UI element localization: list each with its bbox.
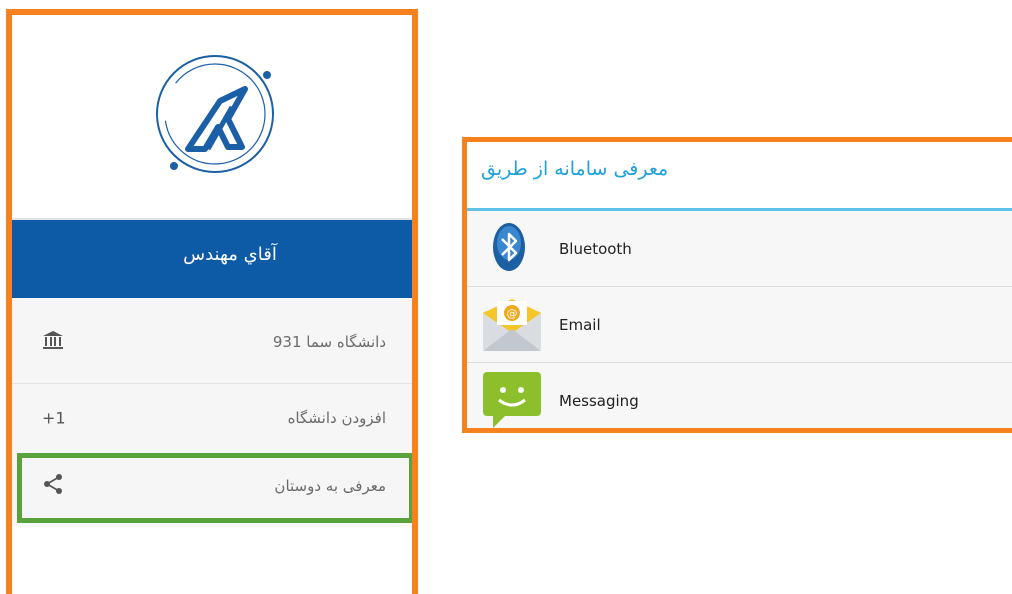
share-option-label: Messaging — [559, 391, 639, 410]
navigation-drawer: آقاي مهندس دانشگاه سما 931 +1 افزودن دان… — [6, 9, 418, 594]
menu-item-label: افزودن دانشگاه — [287, 409, 386, 427]
share-option-email[interactable]: @ Email — [467, 287, 1012, 362]
menu-item-add-university[interactable]: +1 افزودن دانشگاه — [12, 384, 412, 452]
email-icon: @ — [479, 293, 545, 357]
messaging-icon — [479, 368, 545, 429]
share-option-messaging[interactable]: Messaging — [467, 363, 1012, 429]
share-option-label: Email — [559, 315, 601, 334]
drawer-empty-area — [12, 527, 412, 594]
share-dialog: معرفی سامانه از طریق Bluetooth @ Email M… — [462, 137, 1012, 433]
svg-text:@: @ — [507, 307, 518, 320]
menu-item-university[interactable]: دانشگاه سما 931 — [12, 300, 412, 383]
share-option-bluetooth[interactable]: Bluetooth — [467, 211, 1012, 286]
plus-one-icon: +1 — [42, 408, 66, 428]
user-name: آقاي مهندس — [183, 244, 277, 265]
logo-area — [12, 15, 412, 218]
app-logo — [156, 55, 274, 173]
dialog-title: معرفی سامانه از طریق — [481, 158, 669, 180]
share-option-label: Bluetooth — [559, 239, 632, 258]
user-header: آقاي مهندس — [12, 220, 412, 298]
menu-item-label: دانشگاه سما 931 — [272, 332, 386, 351]
bank-icon — [42, 330, 64, 354]
bluetooth-icon — [479, 217, 539, 281]
dialog-title-bar: معرفی سامانه از طریق — [467, 142, 1012, 208]
highlight-box — [17, 453, 412, 523]
